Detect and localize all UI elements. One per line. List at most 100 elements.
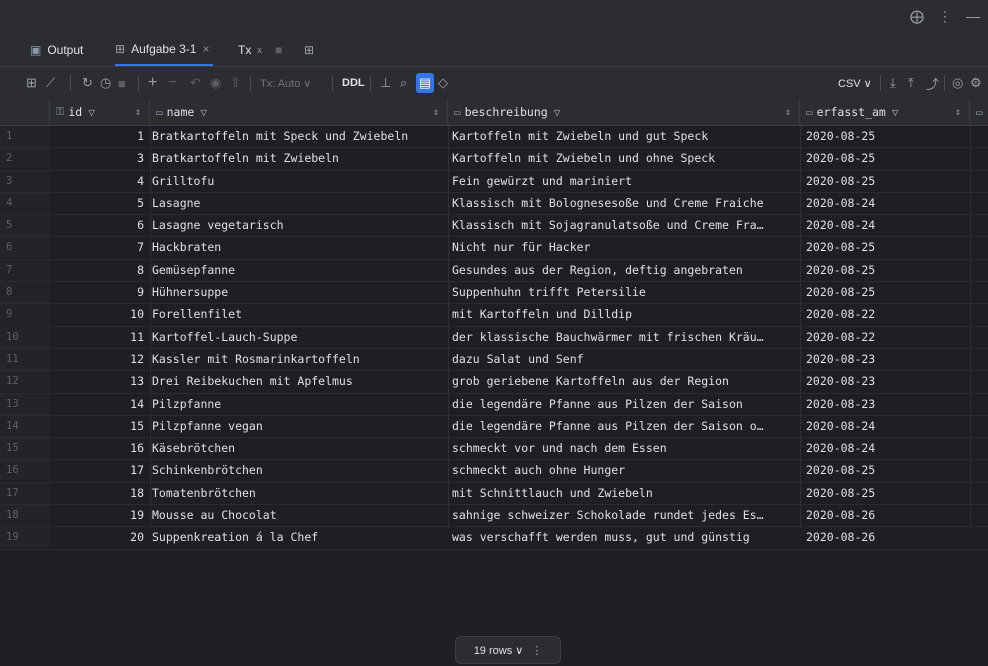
cell-name[interactable]: Gemüsepfanne <box>150 260 446 281</box>
filter-icon[interactable]: ▽ <box>88 106 95 119</box>
tab-aufgabe[interactable]: ⊞ Aufgabe 3-1 × <box>115 34 214 66</box>
grid-view-button[interactable]: ⊞ <box>26 73 37 93</box>
cell-erfasst-am[interactable]: 2020-08-26 <box>804 505 970 526</box>
tab-tx[interactable]: Tx x <box>238 34 262 66</box>
upload-button[interactable]: ⤒ <box>908 73 914 93</box>
table-row[interactable]: 19 20 Suppenkreation á la Chef was verschaf… <box>0 527 988 550</box>
cell-name[interactable]: Kassler mit Rosmarinkartoffeln <box>150 349 446 370</box>
cell-id[interactable]: 14 <box>50 394 148 415</box>
cell-name[interactable]: Lasagne <box>150 193 446 214</box>
cell-erfasst-am[interactable]: 2020-08-25 <box>804 148 970 169</box>
cancel-button[interactable]: ■ <box>118 73 126 93</box>
column-header-name[interactable]: ▭ name ▽ ⇕ <box>150 99 448 125</box>
cell-beschreibung[interactable]: die legendäre Pfanne aus Pilzen der Sais… <box>450 416 800 437</box>
cell-beschreibung[interactable]: Kartoffeln mit Zwiebeln und gut Speck <box>450 126 800 147</box>
cell-erfasst-am[interactable]: 2020-08-22 <box>804 327 970 348</box>
column-header-id[interactable]: ⚿ id ▽ ⇕ <box>50 99 150 125</box>
cell-name[interactable]: Bratkartoffeln mit Speck und Zwiebeln <box>150 126 446 147</box>
cell-beschreibung[interactable]: Fein gewürzt und mariniert <box>450 171 800 192</box>
compare-button[interactable]: ▤ <box>416 73 434 93</box>
preview-button[interactable]: ◉ <box>210 73 221 93</box>
cell-erfasst-am[interactable]: 2020-08-24 <box>804 215 970 236</box>
column-header-beschreibung[interactable]: ▭ beschreibung ▽ ⇕ <box>448 99 800 125</box>
cell-id[interactable]: 7 <box>50 237 148 258</box>
cell-erfasst-am[interactable]: 2020-08-25 <box>804 460 970 481</box>
download-button[interactable]: ⤓ <box>890 73 896 93</box>
cell-beschreibung[interactable]: schmeckt auch ohne Hunger <box>450 460 800 481</box>
table-row[interactable]: 3 4 Grilltofu Fein gewürzt und mariniert 202… <box>0 170 988 193</box>
cell-beschreibung[interactable]: der klassische Bauchwärmer mit frischen … <box>450 327 800 348</box>
filter-icon[interactable]: ▽ <box>554 106 561 119</box>
search-button[interactable]: ⌕ <box>400 73 407 93</box>
table-row[interactable]: 4 5 Lasagne Klassisch mit Bolognesesoße und… <box>0 192 988 216</box>
cell-id[interactable]: 10 <box>50 304 148 325</box>
table-row[interactable]: 5 6 Lasagne vegetarisch Klassisch mit Sojag… <box>0 215 988 238</box>
sort-icon[interactable]: ⇕ <box>955 107 961 118</box>
cell-erfasst-am[interactable]: 2020-08-25 <box>804 126 970 147</box>
cell-id[interactable]: 17 <box>50 460 148 481</box>
cell-id[interactable]: 1 <box>50 126 148 147</box>
cell-name[interactable]: Pilzpfanne <box>150 394 446 415</box>
table-row[interactable]: 13 14 Pilzpfanne die legendäre Pfanne aus P… <box>0 393 988 416</box>
pin-button[interactable]: ⊥ <box>380 73 391 93</box>
cell-beschreibung[interactable]: grob geriebene Kartoffeln aus der Region <box>450 371 800 392</box>
cell-beschreibung[interactable]: sahnige schweizer Schokolade rundet jede… <box>450 505 800 526</box>
row-count-footer[interactable]: 19 rows ∨ ⋮ <box>455 636 561 664</box>
table-row[interactable]: 15 16 Käsebrötchen schmeckt vor und nach de… <box>0 438 988 461</box>
cell-erfasst-am[interactable]: 2020-08-23 <box>804 371 970 392</box>
cell-erfasst-am[interactable]: 2020-08-23 <box>804 349 970 370</box>
cell-id[interactable]: 16 <box>50 438 148 459</box>
cell-erfasst-am[interactable]: 2020-08-25 <box>804 171 970 192</box>
cell-beschreibung[interactable]: Suppenhuhn trifft Petersilie <box>450 282 800 303</box>
submit-button[interactable]: ⇧ <box>230 73 241 93</box>
cell-name[interactable]: Drei Reibekuchen mit Apfelmus <box>150 371 446 392</box>
table-row[interactable]: 11 12 Kassler mit Rosmarinkartoffeln dazu S… <box>0 348 988 372</box>
cell-erfasst-am[interactable]: 2020-08-25 <box>804 483 970 504</box>
cell-erfasst-am[interactable]: 2020-08-25 <box>804 282 970 303</box>
cell-name[interactable]: Käsebrötchen <box>150 438 446 459</box>
sort-icon[interactable]: ⇕ <box>785 107 791 118</box>
cell-id[interactable]: 6 <box>50 215 148 236</box>
cell-beschreibung[interactable]: Klassisch mit Bolognesesoße und Creme Fr… <box>450 193 800 214</box>
table-row[interactable]: 1 1 Bratkartoffeln mit Speck und Zwiebeln K… <box>0 126 988 149</box>
table-row[interactable]: 8 9 Hühnersuppe Suppenhuhn trifft Petersili… <box>0 282 988 305</box>
table-row[interactable]: 16 17 Schinkenbrötchen schmeckt auch ohne H… <box>0 460 988 483</box>
settings-button[interactable]: ⚙ <box>970 73 982 93</box>
cell-beschreibung[interactable]: mit Kartoffeln und Dilldip <box>450 304 800 325</box>
tab-output[interactable]: ▣ Output <box>30 34 83 66</box>
cell-beschreibung[interactable]: Kartoffeln mit Zwiebeln und ohne Speck <box>450 148 800 169</box>
add-row-button[interactable]: + <box>148 73 157 93</box>
cell-id[interactable]: 11 <box>50 327 148 348</box>
tx-mode-select[interactable]: Tx: Auto ∨ <box>260 73 311 93</box>
filter-icon[interactable]: ▽ <box>892 106 899 119</box>
table-row[interactable]: 17 18 Tomatenbrötchen mit Schnittlauch und … <box>0 482 988 506</box>
more-options-icon[interactable]: ⋮ <box>531 644 542 657</box>
cell-id[interactable]: 12 <box>50 349 148 370</box>
cell-name[interactable]: Schinkenbrötchen <box>150 460 446 481</box>
close-icon[interactable]: × <box>202 42 209 56</box>
cell-name[interactable]: Suppenkreation á la Chef <box>150 527 446 548</box>
table-row[interactable]: 14 15 Pilzpfanne vegan die legendäre Pfanne… <box>0 415 988 439</box>
ddl-button[interactable]: DDL <box>342 73 365 93</box>
cell-erfasst-am[interactable]: 2020-08-23 <box>804 394 970 415</box>
column-header-next[interactable]: ▭ <box>970 99 988 125</box>
window-icon[interactable]: ⨁ <box>910 8 924 25</box>
column-header-erfasst-am[interactable]: ▭ erfasst_am ▽ ⇕ <box>800 99 970 125</box>
table-row[interactable]: 18 19 Mousse au Chocolat sahnige schweizer … <box>0 505 988 528</box>
cell-erfasst-am[interactable]: 2020-08-22 <box>804 304 970 325</box>
cell-id[interactable]: 19 <box>50 505 148 526</box>
sort-icon[interactable]: ⇕ <box>433 107 439 118</box>
minimize-icon[interactable]: — <box>966 8 980 25</box>
cell-name[interactable]: Hühnersuppe <box>150 282 446 303</box>
revert-button[interactable]: ↶ <box>190 73 201 93</box>
cell-id[interactable]: 20 <box>50 527 148 548</box>
cell-beschreibung[interactable]: die legendäre Pfanne aus Pilzen der Sais… <box>450 394 800 415</box>
more-menu-icon[interactable]: ⋮ <box>938 8 952 25</box>
table-row[interactable]: 6 7 Hackbraten Nicht nur für Hacker 2020-08-… <box>0 237 988 260</box>
cell-erfasst-am[interactable]: 2020-08-25 <box>804 260 970 281</box>
cell-id[interactable]: 4 <box>50 171 148 192</box>
stop-button[interactable]: ■ <box>275 34 282 66</box>
history-button[interactable]: ◷ <box>100 73 111 93</box>
cell-beschreibung[interactable]: was verschafft werden muss, gut und güns… <box>450 527 800 548</box>
cell-erfasst-am[interactable]: 2020-08-24 <box>804 416 970 437</box>
